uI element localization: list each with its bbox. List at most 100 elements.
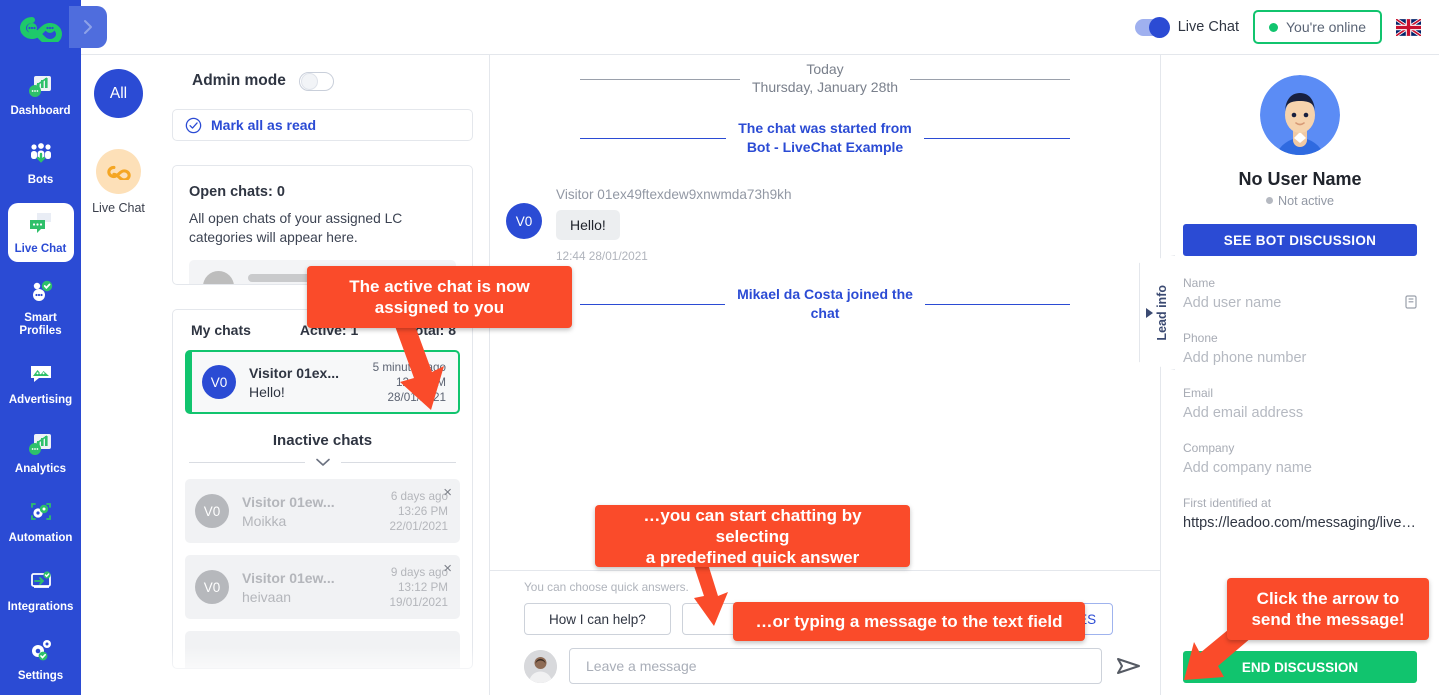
divider-line bbox=[340, 462, 456, 463]
toggle-knob bbox=[300, 72, 318, 90]
settings-icon bbox=[26, 637, 56, 665]
chat-list-item-inactive[interactable] bbox=[185, 631, 460, 668]
uk-flag-icon[interactable] bbox=[1396, 18, 1421, 36]
callout-text: …or typing a message to the text field bbox=[755, 612, 1063, 631]
lead-field-name[interactable]: Name Add user name bbox=[1183, 276, 1417, 311]
avatar: V0 bbox=[195, 494, 229, 528]
profile-status: Not active bbox=[1183, 194, 1417, 208]
field-value[interactable]: Add user name bbox=[1183, 295, 1417, 311]
chat-day-separator: Today Thursday, January 28th bbox=[490, 61, 1160, 97]
avatar: V0 bbox=[195, 570, 229, 604]
send-arrow-icon bbox=[1117, 658, 1140, 674]
analytics-icon bbox=[26, 430, 56, 458]
sidebar-item-automation[interactable]: Automation bbox=[8, 492, 74, 551]
send-message-button[interactable] bbox=[1114, 651, 1144, 681]
separator-line bbox=[580, 137, 727, 139]
callout-text: The active chat is now assigned to you bbox=[349, 277, 530, 317]
sidebar-item-label: Analytics bbox=[14, 463, 67, 475]
lead-info-tab[interactable]: Lead info bbox=[1139, 255, 1175, 370]
admin-mode-toggle[interactable] bbox=[298, 71, 334, 91]
agent-avatar bbox=[524, 649, 557, 683]
copy-icon[interactable] bbox=[1405, 295, 1417, 309]
profile-name: No User Name bbox=[1238, 169, 1362, 189]
live-chat-toggle[interactable]: Live Chat bbox=[1134, 16, 1239, 38]
message-body: Visitor 01ex49ftexdew9xnwmda73h9kh Hello… bbox=[556, 187, 792, 263]
chat-item-time: 13:26 PM bbox=[397, 504, 448, 518]
check-circle-icon bbox=[185, 117, 202, 133]
message-sender: Visitor 01ex49ftexdew9xnwmda73h9kh bbox=[556, 187, 792, 202]
skeleton-avatar bbox=[203, 270, 234, 284]
chat-messages-scroll[interactable]: Today Thursday, January 28th The chat wa… bbox=[490, 55, 1160, 570]
integrations-icon bbox=[26, 568, 56, 596]
field-label: Email bbox=[1183, 386, 1214, 400]
online-status-label: You're online bbox=[1285, 19, 1366, 35]
chat-list-item-inactive[interactable]: V0 Visitor 01ew... Moikka 6 days ago 13:… bbox=[185, 479, 460, 543]
live-chat-switch[interactable] bbox=[1134, 16, 1170, 38]
open-chats-title: Open chats: 0 bbox=[189, 184, 285, 200]
chevron-down-icon[interactable] bbox=[315, 458, 330, 467]
switch-knob bbox=[1148, 16, 1170, 38]
chat-list-item-inactive[interactable]: V0 Visitor 01ew... heivaan 9 days ago 13… bbox=[185, 555, 460, 619]
chat-item-name: Visitor 01ew... bbox=[242, 493, 335, 510]
category-all[interactable]: All bbox=[94, 69, 143, 118]
admin-mode-label: Admin mode bbox=[192, 72, 286, 89]
close-icon[interactable]: × bbox=[443, 561, 452, 576]
open-chats-description: All open chats of your assigned LC categ… bbox=[189, 211, 403, 245]
admin-mode-row: Admin mode bbox=[172, 55, 473, 107]
sidebar-item-advertising[interactable]: Advertising bbox=[8, 354, 74, 413]
automation-icon bbox=[26, 499, 56, 527]
message-input[interactable] bbox=[569, 648, 1102, 684]
sidebar-expand-button[interactable] bbox=[69, 6, 107, 48]
field-value[interactable]: Add company name bbox=[1183, 460, 1417, 476]
chat-item-main: Visitor 01ex... Hello! bbox=[249, 365, 360, 400]
chat-item-message: heivaan bbox=[242, 588, 292, 605]
profile-status-label: Not active bbox=[1278, 194, 1334, 208]
live-chat-icon bbox=[26, 210, 56, 238]
sidebar-item-label: Automation bbox=[8, 532, 73, 544]
separator-line bbox=[924, 303, 1071, 305]
sidebar-item-analytics[interactable]: Analytics bbox=[8, 423, 74, 482]
lead-field-phone[interactable]: Phone Add phone number bbox=[1183, 331, 1417, 366]
separator-line bbox=[580, 303, 726, 305]
status-dot-icon bbox=[1266, 197, 1273, 204]
inactive-chats-header: Inactive chats bbox=[272, 432, 373, 449]
separator-line bbox=[580, 78, 740, 80]
separator-line bbox=[910, 78, 1071, 80]
mark-all-as-read-button[interactable]: Mark all as read bbox=[172, 109, 473, 141]
field-value[interactable]: Add phone number bbox=[1183, 350, 1417, 366]
field-label: Phone bbox=[1183, 331, 1218, 345]
chat-item-time: 13:12 PM bbox=[397, 580, 448, 594]
see-bot-discussion-button[interactable]: SEE BOT DISCUSSION bbox=[1183, 224, 1417, 256]
bots-icon bbox=[26, 141, 56, 169]
lead-field-email[interactable]: Email Add email address bbox=[1183, 386, 1417, 421]
day-today-label: Today bbox=[806, 61, 844, 77]
sidebar-item-dashboard[interactable]: Dashboard bbox=[8, 65, 74, 124]
chat-started-separator: The chat was started from Bot - LiveChat… bbox=[490, 119, 1160, 157]
category-live-chat[interactable]: Live Chat bbox=[92, 149, 145, 215]
message-timestamp: 12:44 28/01/2021 bbox=[556, 249, 648, 263]
chat-item-ago: 9 days ago bbox=[390, 565, 448, 579]
callout-send-arrow: Click the arrow to send the message! bbox=[1227, 578, 1429, 640]
sidebar-item-live-chat[interactable]: Live Chat bbox=[7, 203, 74, 262]
field-value[interactable]: Add email address bbox=[1183, 405, 1417, 421]
sidebar-item-integrations[interactable]: Integrations bbox=[8, 561, 74, 620]
chevron-right-icon bbox=[84, 20, 92, 34]
sidebar-item-bots[interactable]: Bots bbox=[8, 134, 74, 193]
avatar: V0 bbox=[202, 365, 236, 399]
callout-typing: …or typing a message to the text field bbox=[733, 602, 1085, 641]
chat-message: V0 Visitor 01ex49ftexdew9xnwmda73h9kh He… bbox=[490, 187, 1160, 263]
online-status-badge[interactable]: You're online bbox=[1252, 10, 1382, 44]
sidebar-item-smart-profiles[interactable]: Smart Profiles bbox=[8, 272, 74, 344]
message-bubble: Hello! bbox=[556, 210, 620, 240]
quick-answer-button-1[interactable]: How I can help? bbox=[524, 603, 671, 635]
chat-item-meta: 6 days ago 13:26 PM 22/01/2021 bbox=[390, 489, 449, 534]
sidebar-item-settings[interactable]: Settings bbox=[8, 630, 74, 689]
lead-field-company[interactable]: Company Add company name bbox=[1183, 441, 1417, 476]
field-value: https://leadoo.com/messaging/live-ch... bbox=[1183, 515, 1417, 531]
lead-field-first-identified-at: First identified at https://leadoo.com/m… bbox=[1183, 496, 1417, 531]
close-icon[interactable]: × bbox=[443, 485, 452, 500]
separator-line bbox=[923, 137, 1070, 139]
inactive-chats-divider bbox=[185, 458, 460, 467]
callout-quick-answer: …you can start chatting by selecting a p… bbox=[595, 505, 910, 567]
chat-joined-separator: Mikael da Costa joined the chat bbox=[490, 285, 1160, 323]
